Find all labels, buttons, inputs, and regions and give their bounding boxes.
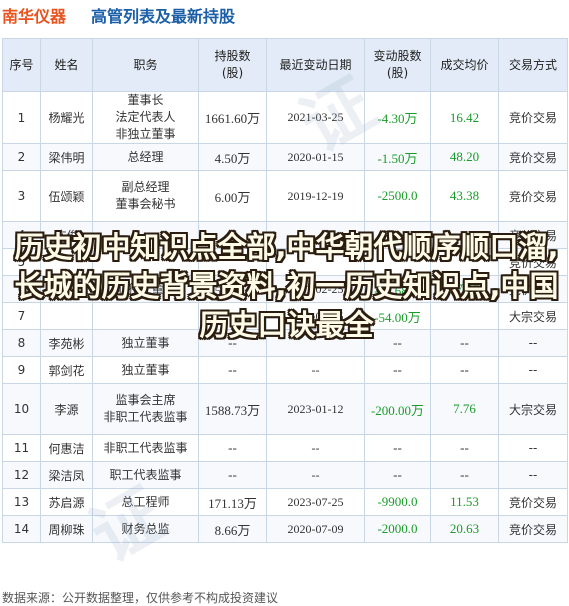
change-date: --	[266, 434, 365, 462]
shares-changed: -2000.0	[364, 515, 431, 543]
shares-changed: -9900.0	[364, 488, 431, 516]
trade-method: 竞价交易	[498, 515, 568, 543]
change-date: 2023-01-12	[266, 383, 365, 435]
data-source-footer: 数据来源：公开数据整理，仅供参考不构成投资建议	[2, 591, 279, 605]
executive-role: 非职工代表监事	[92, 434, 199, 462]
shares-held: 1661.60万	[198, 91, 267, 144]
executive-name: 何惠洁	[40, 434, 93, 462]
row-index: 3	[2, 170, 41, 222]
average-price: 7.76	[430, 383, 499, 435]
executive-name: 杨耀光	[40, 91, 93, 144]
shares-held: 6.00万	[198, 170, 267, 222]
average-price: 11.53	[430, 488, 499, 516]
shares-held: 8.66万	[198, 515, 267, 543]
shares-changed: -200.00万	[364, 383, 431, 435]
executive-role: 总经理	[92, 143, 199, 171]
company-name: 南华仪器	[2, 7, 67, 26]
executive-role: 董事长 法定代表人 非独立董事	[92, 91, 199, 144]
average-price: --	[430, 461, 499, 489]
shares-changed: -1.50万	[364, 143, 431, 171]
shares-held: 4.50万	[198, 143, 267, 171]
trade-method: 竞价交易	[498, 170, 568, 222]
change-date: 2023-07-25	[266, 488, 365, 516]
shares-changed: -2500.0	[364, 170, 431, 222]
row-index: 12	[2, 461, 41, 489]
executive-name: 李源	[40, 383, 93, 435]
executive-name: 梁伟明	[40, 143, 93, 171]
table-row: 10 李源 监事会主席 非职工代表监事 1588.73万 2023-01-12 -200.0…	[2, 383, 568, 435]
change-date: --	[266, 461, 365, 489]
table-row: 2 梁伟明 总经理 4.50万 2020-01-15 -1.50万 48.20 竞价交易	[2, 143, 568, 171]
column-header: 姓名	[40, 38, 93, 92]
shares-held: --	[198, 434, 267, 462]
overlay-banner-text: 历史初中知识点全部,中华朝代顺序顺口溜,长城的历史背景资料,初一历史知识点,中国…	[14, 230, 559, 342]
average-price: --	[430, 356, 499, 384]
trade-method: 竞价交易	[498, 488, 568, 516]
row-index: 13	[2, 488, 41, 516]
table-row: 11 何惠洁 非职工代表监事 -- -- -- -- --	[2, 434, 568, 462]
executive-name: 伍颂颖	[40, 170, 93, 222]
trade-method: --	[498, 461, 568, 489]
table-row: 1 杨耀光 董事长 法定代表人 非独立董事 1661.60万 2021-03-25 -4.30…	[2, 91, 568, 144]
column-header: 持股数 (股)	[198, 38, 267, 92]
shares-held: --	[198, 461, 267, 489]
column-header: 交易方式	[498, 38, 568, 92]
row-index: 11	[2, 434, 41, 462]
column-header: 序号	[2, 38, 41, 92]
change-date: 2019-12-19	[266, 170, 365, 222]
average-price: 20.63	[430, 515, 499, 543]
trade-method: 竞价交易	[498, 91, 568, 144]
shares-changed: --	[364, 461, 431, 489]
trade-method: 竞价交易	[498, 143, 568, 171]
executive-name: 郭剑花	[40, 356, 93, 384]
average-price: --	[430, 434, 499, 462]
average-price: 43.38	[430, 170, 499, 222]
title-bar: 南华仪器 高管列表及最新持股	[0, 0, 569, 32]
trade-method: 大宗交易	[498, 383, 568, 435]
shares-held: 1588.73万	[198, 383, 267, 435]
executive-role: 监事会主席 非职工代表监事	[92, 383, 199, 435]
shares-changed: --	[364, 434, 431, 462]
row-index: 14	[2, 515, 41, 543]
trade-method: --	[498, 356, 568, 384]
row-index: 10	[2, 383, 41, 435]
row-index: 2	[2, 143, 41, 171]
row-index: 1	[2, 91, 41, 144]
column-header: 变动股数 (股)	[364, 38, 431, 92]
page-title: 高管列表及最新持股	[91, 7, 236, 26]
shares-held: 171.13万	[198, 488, 267, 516]
shares-held: --	[198, 356, 267, 384]
executive-role: 副总经理 董事会秘书	[92, 170, 199, 222]
average-price: 16.42	[430, 91, 499, 144]
table-row: 3 伍颂颖 副总经理 董事会秘书 6.00万 2019-12-19 -2500.0 43.38…	[2, 170, 568, 222]
executive-role: 独立董事	[92, 356, 199, 384]
column-header: 成交均价	[430, 38, 499, 92]
trade-method: --	[498, 434, 568, 462]
column-header: 职务	[92, 38, 199, 92]
shares-changed: --	[364, 356, 431, 384]
row-index: 9	[2, 356, 41, 384]
change-date: 2020-07-09	[266, 515, 365, 543]
change-date: --	[266, 356, 365, 384]
average-price: 48.20	[430, 143, 499, 171]
table-row: 9 郭剑花 独立董事 -- -- -- -- --	[2, 356, 568, 384]
